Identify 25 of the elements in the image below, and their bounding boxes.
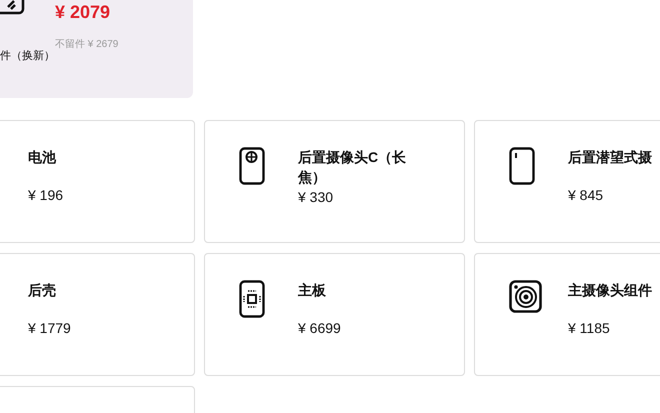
- price: ¥ 2079: [55, 1, 112, 23]
- part-card[interactable]: 后壳 ¥ 1779: [0, 253, 195, 376]
- part-card[interactable]: 主摄像头组件 ¥ 1185: [474, 253, 660, 376]
- board-icon: [239, 280, 265, 318]
- part-price: ¥ 845: [568, 186, 604, 205]
- part-card[interactable]: 电池 ¥ 196: [0, 120, 195, 243]
- part-price: ¥ 1185: [568, 319, 611, 338]
- part-name: 主摄像头组件: [568, 281, 653, 300]
- phone-camera-icon: [239, 147, 265, 185]
- part-name: 后置潜望式摄: [568, 148, 653, 167]
- part-card[interactable]: 后置摄像头C（长焦） ¥ 330: [204, 120, 465, 243]
- part-price: ¥ 196: [28, 186, 64, 205]
- part-name: 主板: [298, 281, 327, 300]
- part-card[interactable]: 主板 ¥ 6699: [204, 253, 465, 376]
- part-label: 件（换新）: [0, 48, 54, 64]
- phone-back-icon: [509, 147, 535, 185]
- part-price: ¥ 1779: [28, 319, 72, 338]
- camera-lens-icon: [509, 280, 542, 313]
- part-name: 后置摄像头C（长焦）: [298, 148, 408, 187]
- original-price: 不留件 ¥ 2679: [55, 38, 118, 52]
- part-price: ¥ 330: [298, 188, 334, 207]
- part-name: 后壳: [28, 281, 57, 300]
- part-card[interactable]: 后置潜望式摄 ¥ 845: [474, 120, 660, 243]
- part-price: ¥ 6699: [298, 319, 342, 338]
- part-name: 电池: [28, 148, 58, 167]
